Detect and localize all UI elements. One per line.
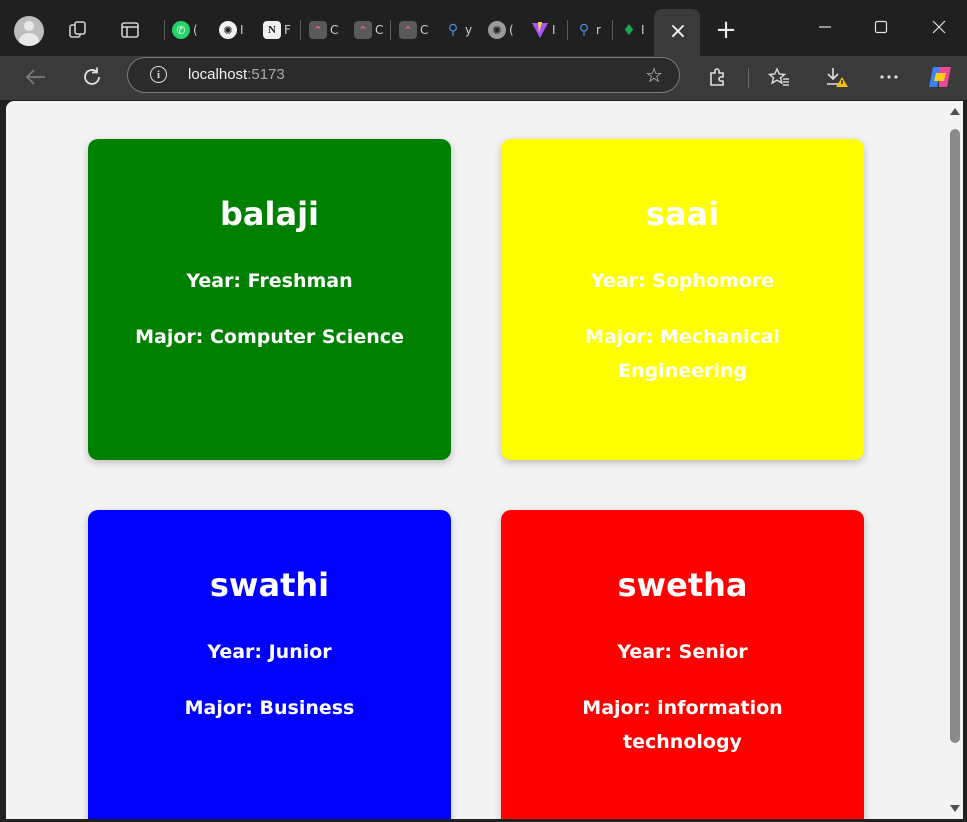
- close-icon: ×: [668, 18, 688, 44]
- student-card: balaji Year: Freshman Major: Computer Sc…: [88, 139, 451, 460]
- search-icon: ⚲: [578, 22, 590, 38]
- plus-icon: +: [715, 15, 737, 45]
- tab-label: (: [193, 23, 198, 37]
- search-icon: ⚲: [447, 22, 459, 38]
- student-card: swetha Year: Senior Major: information t…: [501, 510, 864, 819]
- tab-separator: [612, 20, 613, 40]
- tab-label: C: [420, 23, 429, 37]
- favorites-list-icon: [768, 67, 789, 86]
- tab-label: (: [509, 23, 514, 37]
- tab-separator: [390, 20, 391, 40]
- tab-label: C: [330, 23, 339, 37]
- chatgpt-icon: ✺: [488, 21, 506, 39]
- download-warning-icon: [827, 68, 848, 87]
- tab-notion[interactable]: N F: [263, 18, 299, 42]
- clickup-icon: ⌃: [309, 21, 327, 39]
- minimize-icon: [819, 26, 831, 28]
- tab-clickup-3[interactable]: ⌃ C: [399, 18, 435, 42]
- tab-chatgpt[interactable]: ✺ I: [219, 18, 255, 42]
- maximize-icon: [874, 20, 888, 34]
- student-major: Major: information technology: [582, 697, 783, 753]
- student-name: saai: [645, 195, 720, 233]
- address-bar[interactable]: i localhost:5173 ☆: [127, 57, 680, 93]
- back-button[interactable]: [22, 64, 50, 90]
- scroll-down-arrow-icon[interactable]: [950, 805, 960, 812]
- reload-button[interactable]: [78, 64, 106, 90]
- scrollbar-thumb[interactable]: [950, 129, 960, 743]
- student-card: swathi Year: Junior Major: Business: [88, 510, 451, 819]
- chatgpt-icon: ✺: [219, 21, 237, 39]
- clickup-icon: ⌃: [354, 21, 372, 39]
- copilot-icon: [929, 67, 951, 87]
- vertical-scrollbar[interactable]: [947, 101, 963, 819]
- tab-label: F: [284, 23, 291, 37]
- student-name: balaji: [220, 195, 319, 233]
- tab-actions-icon[interactable]: [118, 18, 142, 42]
- tab-separator: [164, 20, 165, 40]
- student-major: Major: Mechanical Engineering: [585, 326, 780, 382]
- tab-vite[interactable]: I: [531, 18, 567, 42]
- close-icon: [932, 20, 946, 34]
- tab-label: I: [552, 23, 556, 37]
- student-year: Year: Freshman: [186, 270, 353, 292]
- mongodb-icon: ♦: [622, 21, 636, 39]
- maximize-button[interactable]: [866, 14, 896, 40]
- browser-toolbar: i localhost:5173 ☆: [0, 56, 967, 100]
- downloads-button[interactable]: [822, 64, 850, 90]
- student-major: Major: Computer Science: [135, 326, 404, 348]
- tab-search-1[interactable]: ⚲ y: [444, 18, 480, 42]
- arrow-left-icon: [25, 69, 45, 85]
- puzzle-icon: [710, 68, 724, 86]
- tab-mongodb[interactable]: ♦ I: [620, 18, 656, 42]
- tab-search-2[interactable]: ⚲ r: [575, 18, 611, 42]
- tab-chatgpt-2[interactable]: ✺ (: [488, 18, 524, 42]
- student-name: swathi: [209, 566, 330, 604]
- profile-avatar[interactable]: [14, 16, 44, 46]
- ellipsis-icon: [880, 75, 898, 79]
- whatsapp-icon: ✆: [172, 21, 190, 39]
- tab-whatsapp[interactable]: ✆ (: [172, 18, 208, 42]
- reload-icon: [84, 67, 100, 85]
- favorite-star-icon[interactable]: ☆: [645, 63, 663, 87]
- student-year: Year: Senior: [617, 641, 748, 663]
- workspaces-icon[interactable]: [66, 18, 90, 42]
- tab-separator: [567, 20, 568, 40]
- student-major: Major: Business: [184, 697, 355, 719]
- browser-tab-bar: ✆ ( ✺ I N F ⌃ C ⌃ C ⌃ C ⚲ y ✺ ( I ⚲ r ♦ …: [0, 0, 967, 56]
- close-tab-button[interactable]: ×: [668, 18, 688, 44]
- info-icon[interactable]: i: [150, 66, 167, 83]
- toolbar-separator: [748, 68, 749, 88]
- minimize-button[interactable]: [810, 14, 840, 40]
- tab-separator: [300, 20, 301, 40]
- tab-label: y: [465, 23, 473, 37]
- tab-label: I: [641, 23, 645, 37]
- student-year: Year: Junior: [207, 641, 332, 663]
- vite-icon: [531, 21, 549, 39]
- student-name: swetha: [617, 566, 748, 604]
- student-card: saai Year: Sophomore Major: Mechanical E…: [501, 139, 864, 460]
- student-year: Year: Sophomore: [590, 270, 775, 292]
- url-host: localhost: [188, 66, 248, 83]
- tab-label: r: [596, 23, 601, 37]
- copilot-button[interactable]: [926, 64, 954, 90]
- more-menu-button[interactable]: [876, 64, 902, 90]
- notion-icon: N: [263, 21, 281, 39]
- extensions-button[interactable]: [704, 64, 730, 90]
- new-tab-button[interactable]: +: [713, 15, 739, 45]
- favorites-button[interactable]: [766, 64, 792, 90]
- scroll-up-arrow-icon[interactable]: [950, 108, 960, 115]
- tab-label: C: [375, 23, 384, 37]
- tab-clickup-1[interactable]: ⌃ C: [309, 18, 345, 42]
- tab-label: I: [240, 23, 244, 37]
- url-port: :5173: [247, 66, 285, 83]
- close-window-button[interactable]: [924, 14, 954, 40]
- page-viewport: balaji Year: Freshman Major: Computer Sc…: [6, 101, 947, 819]
- clickup-icon: ⌃: [399, 21, 417, 39]
- tab-clickup-2[interactable]: ⌃ C: [354, 18, 390, 42]
- url-text[interactable]: localhost:5173: [188, 66, 285, 83]
- active-tab[interactable]: ×: [654, 9, 700, 56]
